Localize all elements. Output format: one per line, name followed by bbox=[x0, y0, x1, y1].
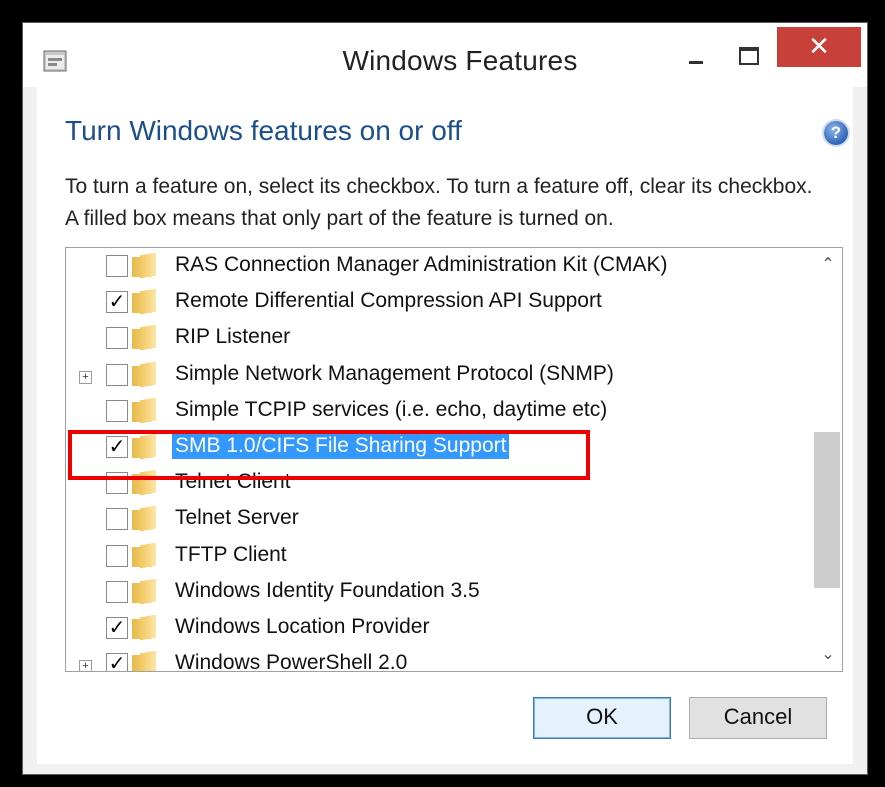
description-text: To turn a feature on, select its checkbo… bbox=[65, 175, 813, 230]
feature-row[interactable]: + ✓ Windows PowerShell 2.0 bbox=[66, 646, 806, 672]
feature-checkbox[interactable] bbox=[106, 580, 128, 603]
feature-checkbox[interactable] bbox=[106, 544, 128, 567]
folder-icon bbox=[132, 616, 158, 640]
feature-label: TFTP Client bbox=[175, 542, 287, 566]
feature-row[interactable]: Windows Identity Foundation 3.5 bbox=[66, 574, 806, 610]
cancel-button[interactable]: Cancel bbox=[689, 697, 827, 739]
feature-label: Remote Differential Compression API Supp… bbox=[175, 289, 602, 313]
feature-checkbox[interactable] bbox=[106, 327, 128, 350]
folder-icon bbox=[132, 326, 158, 350]
scroll-down-icon[interactable]: ⌄ bbox=[818, 644, 838, 664]
feature-checkbox[interactable] bbox=[106, 399, 128, 422]
close-icon: ✕ bbox=[808, 31, 830, 61]
feature-label: Simple Network Management Protocol (SNMP… bbox=[175, 361, 614, 385]
scrollbar-thumb[interactable] bbox=[814, 432, 840, 588]
plus-icon[interactable]: + bbox=[79, 370, 92, 384]
feature-label: Telnet Server bbox=[175, 506, 299, 530]
feature-row[interactable]: + Simple Network Management Protocol (SNM… bbox=[66, 357, 806, 393]
feature-label: RAS Connection Manager Administration Ki… bbox=[175, 253, 668, 276]
close-button[interactable]: ✕ bbox=[777, 27, 861, 67]
help-icon[interactable]: ? bbox=[824, 121, 848, 145]
scroll-up-icon[interactable]: ⌃ bbox=[818, 254, 838, 274]
annotation-highlight-box bbox=[68, 430, 590, 480]
feature-row[interactable]: TFTP Client bbox=[66, 538, 806, 574]
page-title: Turn Windows features on or off bbox=[65, 115, 462, 146]
folder-icon bbox=[132, 652, 158, 671]
folder-icon bbox=[132, 399, 158, 423]
feature-checkbox[interactable] bbox=[106, 255, 128, 277]
feature-label: Windows Location Provider bbox=[175, 615, 430, 638]
folder-icon bbox=[132, 580, 158, 604]
feature-label: Simple TCPIP services (i.e. echo, daytim… bbox=[175, 397, 608, 421]
folder-icon bbox=[132, 507, 158, 531]
windows-features-dialog: Windows Features ✕ Turn Windows features… bbox=[22, 22, 868, 775]
title-bar: Windows Features ✕ bbox=[23, 23, 867, 87]
feature-row[interactable]: ✓ Windows Location Provider bbox=[66, 610, 806, 646]
feature-label: Windows Identity Foundation 3.5 bbox=[175, 578, 480, 602]
feature-row[interactable]: Telnet Server bbox=[66, 501, 806, 537]
folder-icon bbox=[132, 544, 158, 568]
feature-checkbox[interactable] bbox=[106, 508, 128, 531]
feature-checkbox[interactable]: ✓ bbox=[106, 291, 128, 314]
dialog-content: Turn Windows features on or off ? To tur… bbox=[37, 87, 853, 764]
feature-checkbox[interactable]: ✓ bbox=[106, 617, 128, 639]
plus-icon[interactable]: + bbox=[79, 660, 92, 671]
feature-label: RIP Listener bbox=[175, 325, 291, 349]
feature-row[interactable]: ✓ Remote Differential Compression API Sup… bbox=[66, 284, 806, 320]
feature-label: Windows PowerShell 2.0 bbox=[175, 651, 408, 672]
feature-checkbox[interactable]: ✓ bbox=[106, 653, 128, 671]
feature-checkbox[interactable] bbox=[106, 363, 128, 386]
feature-row[interactable]: Simple TCPIP services (i.e. echo, daytim… bbox=[66, 393, 806, 429]
feature-row[interactable]: RIP Listener bbox=[66, 320, 806, 356]
folder-icon bbox=[132, 254, 158, 278]
folder-icon bbox=[132, 363, 158, 387]
ok-button[interactable]: OK bbox=[533, 697, 671, 739]
feature-row[interactable]: RAS Connection Manager Administration Ki… bbox=[66, 248, 806, 284]
minimize-button[interactable] bbox=[669, 35, 721, 75]
maximize-button[interactable] bbox=[721, 35, 777, 75]
folder-icon bbox=[132, 290, 158, 314]
